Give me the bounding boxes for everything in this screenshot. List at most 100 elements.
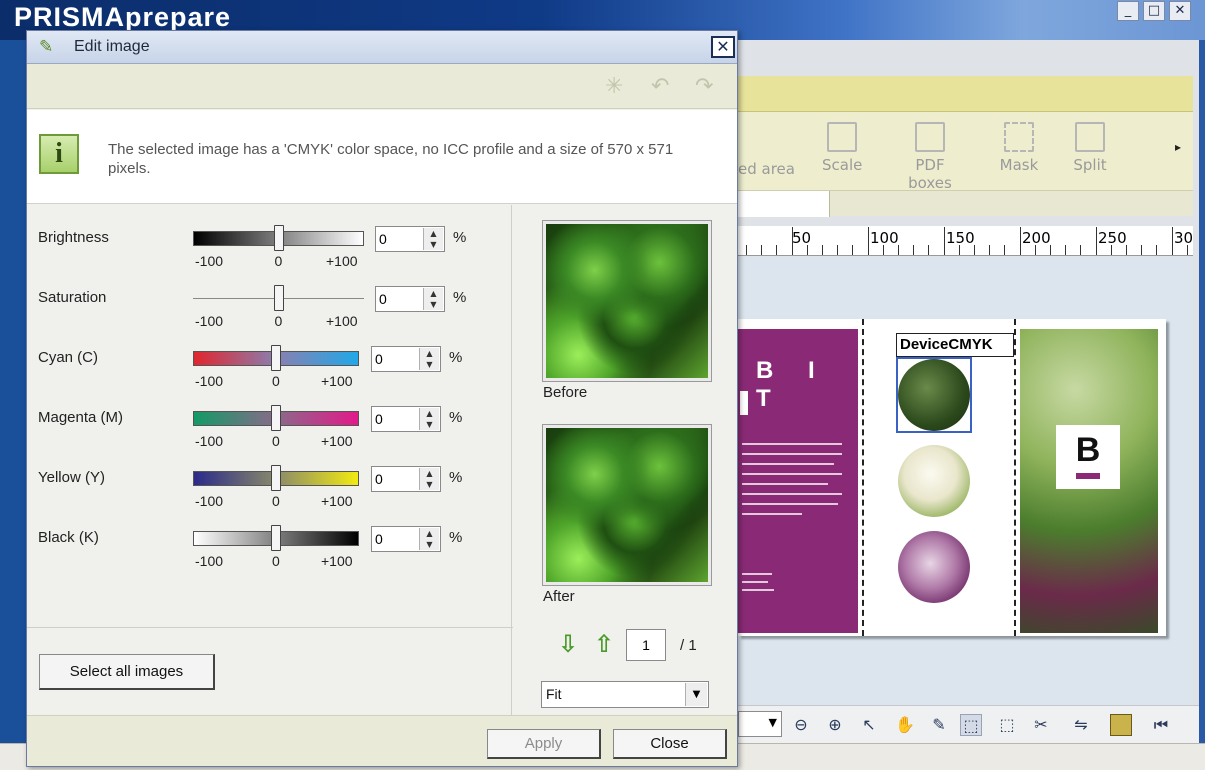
pointer-icon[interactable]: ↖: [858, 714, 880, 736]
adjustment-value-input[interactable]: [379, 290, 419, 308]
next-image-arrow-down-icon[interactable]: ⇩: [558, 630, 578, 658]
preview-zoom-value: Fit: [546, 686, 562, 702]
spin-buttons[interactable]: ▲ ▼: [419, 348, 439, 370]
adjustment-unit: %: [449, 469, 463, 486]
spin-up-icon[interactable]: ▲: [420, 468, 439, 479]
chevron-down-icon[interactable]: ▼: [685, 683, 707, 706]
pdf-boxes-label: PDF boxes: [908, 156, 952, 192]
document-tab[interactable]: [738, 191, 830, 217]
spin-up-icon[interactable]: ▲: [420, 348, 439, 359]
ruler-label: 30: [1174, 229, 1194, 247]
horizontal-ruler: 50 100 150 200 250 30: [738, 226, 1193, 256]
ruler-tick: [1186, 245, 1188, 255]
maximize-button[interactable]: □: [1143, 1, 1165, 21]
dialog-close-button[interactable]: ✕: [711, 36, 735, 58]
adjustment-label: Magenta (M): [38, 409, 124, 426]
first-page-icon[interactable]: ⏮: [1150, 714, 1172, 736]
ribbon-partial-label[interactable]: ed area: [738, 160, 795, 178]
spin-down-icon[interactable]: ▼: [420, 539, 439, 550]
adjustment-slider-thumb[interactable]: [271, 465, 281, 491]
split-button[interactable]: Split: [1072, 122, 1108, 174]
select-image-icon[interactable]: ⬚: [960, 714, 982, 736]
crop-icon[interactable]: ✂: [1030, 714, 1052, 736]
preview-panel: Before After ⇩ ⇧ 1 / 1 Fit ▼: [511, 205, 737, 715]
undo-icon[interactable]: ↶: [651, 74, 669, 99]
redo-icon[interactable]: ↷: [695, 74, 713, 99]
edit-image-dialog: ✎ Edit image ✕ ✳ ↶ ↷ i The selected imag…: [26, 30, 738, 767]
marquee-icon[interactable]: ⬚: [996, 714, 1018, 736]
mask-icon: [1004, 122, 1034, 152]
text-line: [742, 503, 838, 505]
zoom-in-icon[interactable]: ⊕: [824, 714, 846, 736]
eyedropper-icon[interactable]: ✎: [928, 714, 950, 736]
adjustment-slider-thumb[interactable]: [273, 225, 284, 251]
adjustment-value-input[interactable]: [375, 350, 415, 368]
image-index-input[interactable]: 1: [626, 629, 666, 661]
app-close-button[interactable]: ✕: [1169, 1, 1191, 21]
spin-buttons[interactable]: ▲ ▼: [423, 228, 443, 250]
zoom-dropdown[interactable]: ▼: [738, 711, 782, 737]
spin-buttons[interactable]: ▲ ▼: [419, 468, 439, 490]
adjustment-slider-thumb[interactable]: [271, 525, 281, 551]
pdf-boxes-button[interactable]: PDF boxes: [892, 122, 968, 192]
scale-button[interactable]: Scale: [822, 122, 862, 174]
document-canvas[interactable]: B I T DeviceCMYK B: [738, 257, 1193, 705]
ruler-tick: [1156, 245, 1158, 255]
brand-logo-letter: B: [1075, 431, 1101, 469]
adjustment-slider-thumb[interactable]: [271, 405, 281, 431]
text-line: [742, 573, 772, 575]
previous-image-arrow-up-icon[interactable]: ⇧: [594, 630, 614, 658]
preview-zoom-select[interactable]: Fit ▼: [541, 681, 709, 708]
cabbage-image[interactable]: [898, 531, 970, 603]
adjustment-slider-thumb[interactable]: [271, 345, 281, 371]
apply-button[interactable]: Apply: [487, 729, 601, 759]
close-button[interactable]: Close: [613, 729, 727, 759]
spin-buttons[interactable]: ▲ ▼: [419, 528, 439, 550]
ruler-tick: [882, 245, 884, 255]
reset-icon[interactable]: ✳: [605, 74, 623, 99]
hand-icon[interactable]: ✋: [894, 714, 916, 736]
vegetable-poster-image[interactable]: B: [1020, 329, 1158, 633]
spin-down-icon[interactable]: ▼: [424, 239, 443, 250]
adjustment-value-stepper[interactable]: ▲▼: [375, 226, 445, 252]
adjustment-value-stepper[interactable]: ▲▼: [371, 346, 441, 372]
ruler-tick: [1171, 227, 1173, 255]
purple-panel: B I T: [738, 329, 858, 633]
adjustment-value-stepper[interactable]: ▲▼: [375, 286, 445, 312]
adjustment-value-stepper[interactable]: ▲▼: [371, 526, 441, 552]
adjustment-value-input[interactable]: [375, 470, 415, 488]
spin-up-icon[interactable]: ▲: [420, 408, 439, 419]
mask-button[interactable]: Mask: [998, 122, 1040, 174]
adjustment-unit: %: [453, 289, 467, 306]
ruler-tick: [928, 245, 930, 255]
spin-buttons[interactable]: ▲ ▼: [419, 408, 439, 430]
adjustment-value-input[interactable]: [375, 530, 415, 548]
spin-up-icon[interactable]: ▲: [424, 228, 443, 239]
adjustment-value-stepper[interactable]: ▲▼: [371, 466, 441, 492]
minimize-button[interactable]: _: [1117, 1, 1139, 21]
ruler-tick: [1034, 245, 1036, 255]
adjustment-value-input[interactable]: [375, 410, 415, 428]
spin-down-icon[interactable]: ▼: [420, 479, 439, 490]
spin-down-icon[interactable]: ▼: [420, 359, 439, 370]
image-total: / 1: [680, 637, 697, 654]
cauliflower-image[interactable]: [898, 445, 970, 517]
ruler-label: 50: [792, 229, 812, 247]
spin-up-icon[interactable]: ▲: [424, 288, 443, 299]
spin-down-icon[interactable]: ▼: [424, 299, 443, 310]
ribbon-more-arrow-icon[interactable]: ▸: [1175, 140, 1181, 154]
text-line: [742, 589, 774, 591]
adjustment-value-input[interactable]: [379, 230, 419, 248]
adjustment-slider-thumb[interactable]: [273, 285, 284, 311]
fold-line: [1014, 319, 1016, 636]
select-all-images-button[interactable]: Select all images: [39, 654, 215, 690]
adjustment-label: Saturation: [38, 289, 107, 306]
spin-up-icon[interactable]: ▲: [420, 528, 439, 539]
spin-buttons[interactable]: ▲ ▼: [423, 288, 443, 310]
adjustment-value-stepper[interactable]: ▲▼: [371, 406, 441, 432]
ruler-tick: [761, 245, 763, 255]
zoom-out-icon[interactable]: ⊖: [790, 714, 812, 736]
flip-icon[interactable]: ⇋: [1070, 714, 1092, 736]
spin-down-icon[interactable]: ▼: [420, 419, 439, 430]
color-swatch-icon[interactable]: [1110, 714, 1132, 736]
